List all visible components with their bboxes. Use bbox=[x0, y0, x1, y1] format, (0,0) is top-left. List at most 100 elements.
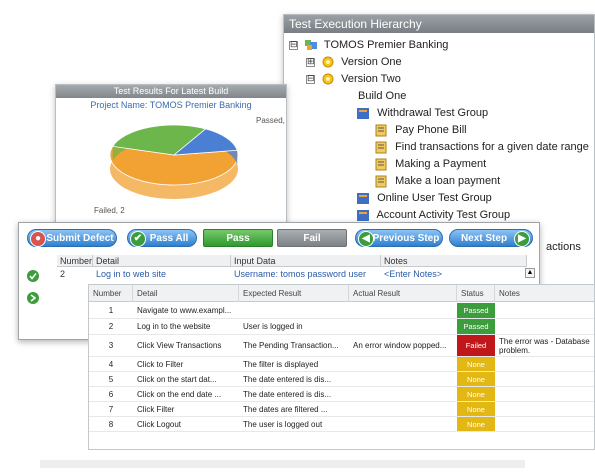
cell-notes bbox=[495, 402, 594, 416]
cell-expected: The date entered is dis... bbox=[243, 374, 332, 384]
tree-label: TOMOS Premier Banking bbox=[323, 39, 449, 51]
column-header[interactable]: Detail bbox=[93, 255, 231, 267]
cell-expected: The filter is displayed bbox=[243, 359, 319, 369]
cell-number: 5 bbox=[108, 374, 114, 384]
cell-expected: The date entered is dis... bbox=[243, 389, 332, 399]
status-badge[interactable]: Failed bbox=[457, 335, 495, 356]
table-row[interactable]: 3 Click View Transactions The Pending Tran… bbox=[89, 335, 594, 357]
fail-button[interactable]: Fail bbox=[277, 229, 347, 247]
tree-label: Make a loan payment bbox=[395, 175, 501, 187]
column-header[interactable]: Notes bbox=[381, 255, 527, 267]
table-row[interactable]: 5 Click on the start dat... The date enter… bbox=[89, 372, 594, 387]
status-badge[interactable]: Passed bbox=[457, 319, 495, 334]
status-badge[interactable]: None bbox=[457, 402, 495, 416]
tree-label: Online User Test Group bbox=[377, 192, 492, 204]
tree-node-online-user-group[interactable]: Online User Test Group bbox=[356, 190, 492, 206]
expand-icon[interactable]: ⊞ bbox=[306, 57, 315, 67]
status-badge[interactable]: None bbox=[457, 387, 495, 401]
cell-detail: Click Filter bbox=[137, 404, 175, 414]
table-row[interactable]: 2 Log in to the website User is logged in P… bbox=[89, 319, 594, 335]
pass-all-button[interactable]: ✔ Pass All bbox=[127, 229, 197, 247]
tree-node-project[interactable]: ⊟ TOMOS Premier Banking bbox=[289, 37, 448, 53]
tree-node-truncated[interactable]: actions bbox=[546, 239, 581, 255]
collapse-icon[interactable]: ⊟ bbox=[306, 74, 315, 84]
cell-expected: User is logged in bbox=[243, 322, 303, 331]
test-case-icon bbox=[375, 124, 387, 137]
cell-actual bbox=[349, 357, 457, 371]
status-badge[interactable]: None bbox=[457, 417, 495, 431]
column-header[interactable]: Number bbox=[89, 285, 133, 302]
tree-node-find-transactions[interactable]: Find transactions for a given date range bbox=[374, 139, 589, 155]
results-title: Test Results For Latest Build bbox=[56, 85, 286, 98]
tree-node-version-one[interactable]: ⊞ Version One bbox=[306, 54, 402, 70]
cell-detail: Click to Filter bbox=[137, 359, 184, 369]
arrow-right-icon: ▶ bbox=[514, 231, 530, 247]
hierarchy-title: Test Execution Hierarchy bbox=[284, 15, 594, 33]
tree-node-version-two[interactable]: ⊟ Version Two bbox=[306, 71, 401, 87]
cell-notes bbox=[495, 372, 594, 386]
column-header[interactable]: Notes bbox=[495, 285, 594, 302]
collapse-icon[interactable]: ⊟ bbox=[289, 40, 298, 50]
table-row[interactable]: 7 Click Filter The dates are filtered ... N… bbox=[89, 402, 594, 417]
submit-defect-button[interactable]: ● Submit Defect bbox=[27, 229, 117, 247]
steps-grid: Number Detail Expected Result Actual Res… bbox=[88, 284, 595, 450]
cell-expected: The dates are filtered ... bbox=[243, 404, 328, 414]
table-row[interactable]: 4 Click to Filter The filter is displayed N… bbox=[89, 357, 594, 372]
column-header[interactable]: Input Data bbox=[231, 255, 381, 267]
steps-header: Number Detail Expected Result Actual Res… bbox=[89, 285, 594, 302]
table-row[interactable]: 1 Navigate to www.exampl... Passed bbox=[89, 303, 594, 319]
tree-node-withdrawal-group[interactable]: Withdrawal Test Group bbox=[356, 105, 488, 121]
tree-label: Version Two bbox=[341, 73, 401, 85]
next-step-button[interactable]: Next Step ▶ bbox=[449, 229, 533, 247]
column-header[interactable]: Status bbox=[457, 285, 495, 302]
row-detail[interactable]: Log in to web site bbox=[93, 268, 231, 280]
cell-detail: Click on the start dat... bbox=[137, 374, 217, 384]
status-badge[interactable]: None bbox=[457, 357, 495, 371]
column-header[interactable]: Detail bbox=[133, 285, 239, 302]
cell-actual bbox=[349, 319, 457, 334]
cell-number: 1 bbox=[108, 306, 114, 315]
table-row[interactable]: 8 Click Logout The user is logged out None bbox=[89, 417, 594, 432]
pie-data-label: No Status, 1 bbox=[286, 206, 287, 215]
table-row[interactable]: 6 Click on the end date ... The date enter… bbox=[89, 387, 594, 402]
tree-label: actions bbox=[546, 241, 581, 253]
test-case-icon bbox=[375, 158, 387, 171]
row-number: 2 bbox=[60, 269, 66, 279]
cell-notes bbox=[495, 303, 594, 318]
pie-data-label: Passed, 4 bbox=[256, 116, 287, 125]
cell-notes bbox=[495, 387, 594, 401]
checkmark-icon[interactable] bbox=[26, 269, 40, 283]
cell-expected bbox=[239, 303, 349, 318]
test-group-icon bbox=[357, 192, 369, 204]
scroll-up-icon[interactable]: ▲ bbox=[525, 268, 535, 278]
tree-node-loan-payment[interactable]: Make a loan payment bbox=[374, 173, 500, 189]
arrow-right-icon[interactable] bbox=[26, 291, 40, 305]
tree-node-making-payment[interactable]: Making a Payment bbox=[374, 156, 486, 172]
version-icon bbox=[322, 56, 334, 68]
row-input-data[interactable]: Username: tomos password user bbox=[231, 268, 381, 280]
cell-number: 8 bbox=[108, 419, 114, 429]
cell-actual bbox=[349, 303, 457, 318]
tree-label: Find transactions for a given date range bbox=[395, 141, 589, 153]
column-header[interactable]: Number bbox=[57, 255, 93, 267]
tree-node-account-activity-group[interactable]: Account Activity Test Group bbox=[356, 207, 510, 223]
column-header[interactable]: Actual Result bbox=[349, 285, 457, 302]
cell-notes bbox=[495, 319, 594, 334]
cell-notes: The error was - Database problem. bbox=[499, 336, 590, 355]
tree-label: Version One bbox=[341, 56, 402, 68]
tree-label: Making a Payment bbox=[395, 158, 487, 170]
status-badge[interactable]: Passed bbox=[457, 303, 495, 318]
tree-node-build-one[interactable]: Build One bbox=[358, 88, 406, 104]
notes-field[interactable]: <Enter Notes> bbox=[381, 268, 521, 280]
status-badge[interactable]: None bbox=[457, 372, 495, 386]
cell-number: 6 bbox=[108, 389, 114, 399]
column-header[interactable]: Expected Result bbox=[239, 285, 349, 302]
tree-label: Build One bbox=[358, 90, 407, 102]
cell-actual bbox=[349, 372, 457, 386]
tree-node-pay-phone-bill[interactable]: Pay Phone Bill bbox=[374, 122, 467, 138]
cell-expected: The user is logged out bbox=[243, 419, 323, 429]
project-name: Project Name: TOMOS Premier Banking bbox=[90, 100, 252, 110]
pass-button[interactable]: Pass bbox=[203, 229, 273, 247]
previous-step-button[interactable]: ◀ Previous Step bbox=[355, 229, 443, 247]
cell-actual bbox=[349, 402, 457, 416]
